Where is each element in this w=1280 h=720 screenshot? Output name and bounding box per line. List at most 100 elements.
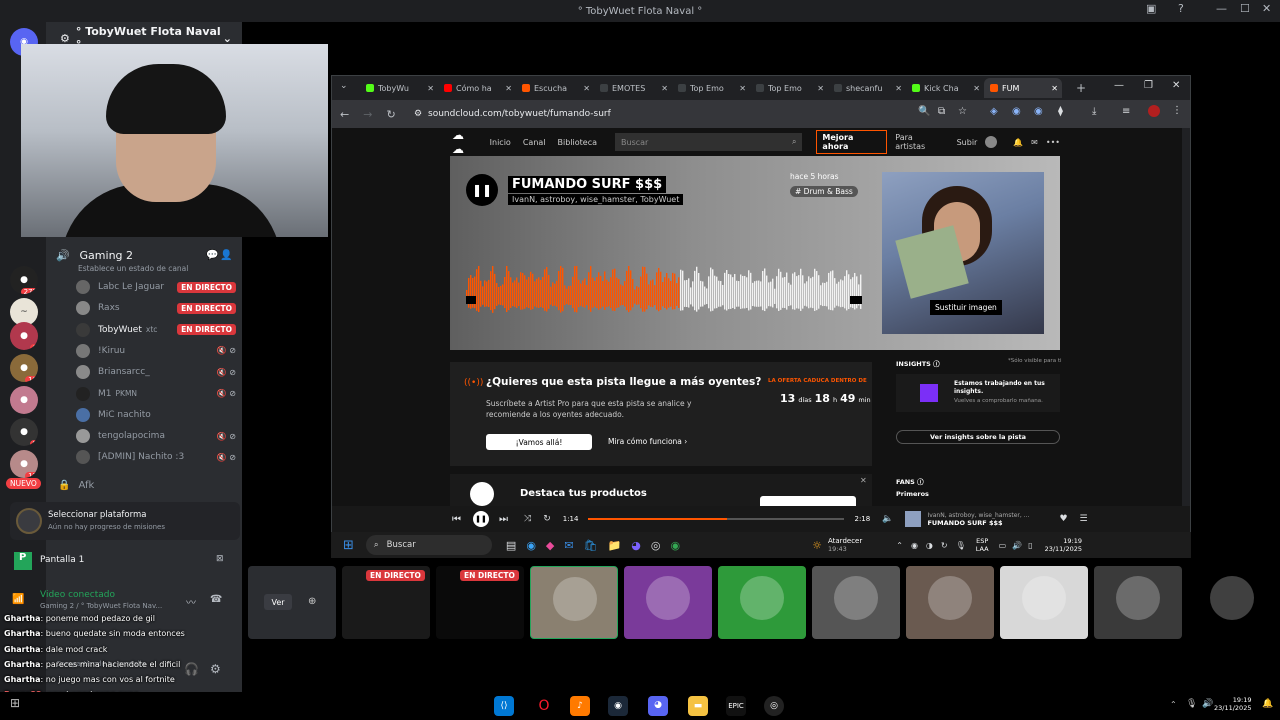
fans-tab-first[interactable]: Primeros bbox=[896, 490, 929, 498]
nav-artists[interactable]: Para artistas bbox=[895, 133, 944, 151]
outer-clock[interactable]: 19:19 23/11/2025 bbox=[1214, 696, 1251, 712]
close-browser-button[interactable]: ✕ bbox=[1172, 80, 1180, 91]
zoom-icon[interactable]: 🔍 bbox=[918, 106, 930, 117]
products-button[interactable] bbox=[760, 496, 856, 506]
nav-home[interactable]: Inicio bbox=[490, 138, 511, 147]
opera-icon[interactable]: O bbox=[534, 696, 554, 716]
network-icon[interactable]: ▭ bbox=[999, 541, 1007, 550]
voice-member[interactable]: Raxs EN DIRECTO bbox=[76, 299, 236, 317]
user-avatar[interactable] bbox=[985, 136, 998, 148]
messages-icon[interactable]: ✉ bbox=[1031, 138, 1038, 147]
browser-tab[interactable]: EMOTES ✕ bbox=[594, 78, 672, 98]
chat-icon[interactable]: 💬 bbox=[206, 250, 218, 261]
help-icon[interactable]: ? bbox=[1178, 2, 1184, 15]
reload-icon[interactable]: ↻ bbox=[386, 108, 395, 121]
profile-avatar[interactable] bbox=[1148, 105, 1160, 117]
new-tab-icon[interactable]: + bbox=[1076, 81, 1086, 95]
vscode-icon[interactable]: ⟨⟩ bbox=[494, 696, 514, 716]
tab-close-icon[interactable]: ✕ bbox=[817, 84, 824, 93]
tab-close-icon[interactable]: ✕ bbox=[973, 84, 980, 93]
tab-close-icon[interactable]: ✕ bbox=[583, 84, 590, 93]
mail-icon[interactable]: ✉ bbox=[564, 539, 573, 552]
folder-icon[interactable]: ▬ bbox=[688, 696, 708, 716]
browser-tab[interactable]: Kick Cha ✕ bbox=[906, 78, 984, 98]
extensions-puzzle-icon[interactable]: ⧫ bbox=[1058, 106, 1063, 117]
chrome-icon[interactable]: ◉ bbox=[671, 539, 681, 552]
shuffle-icon[interactable]: ⤨ bbox=[524, 514, 531, 524]
minimize-button[interactable]: — bbox=[1114, 80, 1124, 91]
tab-close-icon[interactable]: ✕ bbox=[895, 84, 902, 93]
afk-channel[interactable]: 🔒 Afk bbox=[58, 480, 238, 491]
voice-member[interactable]: Labc Le Jaguar EN DIRECTO bbox=[76, 278, 236, 296]
tab-close-icon[interactable]: ✕ bbox=[661, 84, 668, 93]
url-input[interactable]: ⚙ soundcloud.com/tobywuet/fumando-surf bbox=[410, 104, 910, 124]
stop-sharing-icon[interactable]: ⊠ bbox=[216, 554, 224, 564]
disconnect-icon[interactable]: ☎ bbox=[210, 594, 222, 605]
participant-tile[interactable]: EN DIRECTO bbox=[342, 566, 430, 639]
windows-start-icon[interactable]: ⊞ bbox=[343, 538, 354, 553]
nav-upload[interactable]: Subir bbox=[957, 138, 978, 147]
forward-icon[interactable]: → bbox=[363, 108, 372, 121]
volume-icon[interactable]: 🔊 bbox=[1012, 541, 1022, 550]
browser-tab[interactable]: Top Emo ✕ bbox=[750, 78, 828, 98]
task-view-icon[interactable]: ▤ bbox=[506, 539, 516, 552]
pause-button[interactable]: ❚❚ bbox=[466, 174, 498, 206]
player-pause-button[interactable]: ❚❚ bbox=[473, 511, 489, 527]
edge-icon[interactable]: ◉ bbox=[526, 539, 536, 552]
participant-tile[interactable] bbox=[812, 566, 900, 639]
weather-widget[interactable]: Atardecer 19:43 bbox=[828, 537, 862, 553]
site-info-icon[interactable]: ⚙ bbox=[414, 109, 422, 119]
headphones-icon[interactable]: 🎧 bbox=[184, 662, 199, 676]
browser-tab[interactable]: TobyWu ✕ bbox=[360, 78, 438, 98]
close-icon[interactable]: ✕ bbox=[860, 476, 867, 485]
channel-status-placeholder[interactable]: Establece un estado de canal bbox=[78, 264, 188, 273]
voice-member[interactable]: M1 PKMN 🔇 ⊘ bbox=[76, 385, 236, 403]
lets-go-button[interactable]: ¡Vamos allá! bbox=[486, 434, 592, 450]
browser-tab[interactable]: FUM ✕ bbox=[984, 78, 1062, 98]
screen-share-row[interactable]: P Pantalla 1 ⊠ bbox=[10, 550, 240, 574]
maximize-button[interactable]: ☐ bbox=[1240, 2, 1250, 15]
minimize-button[interactable]: — bbox=[1216, 2, 1227, 15]
track-artists[interactable]: IvanN, astroboy, wise_hamster, TobyWuet bbox=[508, 194, 684, 205]
notifications-icon[interactable]: 🔔 bbox=[1013, 138, 1023, 147]
settings-icon[interactable]: ⚙ bbox=[210, 662, 221, 676]
tab-close-icon[interactable]: ✕ bbox=[1051, 84, 1058, 93]
voice-member[interactable]: MiC nachito bbox=[76, 406, 236, 424]
restore-button[interactable]: ❐ bbox=[1144, 80, 1153, 91]
folder-icon[interactable]: 📁 bbox=[608, 539, 622, 552]
player-track-info[interactable]: IvanN, astroboy, wise_hamster, ... FUMAN… bbox=[927, 512, 1029, 527]
tray-overflow-icon[interactable]: ⌃ bbox=[1170, 700, 1177, 709]
server-icon[interactable]: ● 13 bbox=[10, 450, 38, 478]
view-insights-button[interactable]: Ver insights sobre la pista bbox=[896, 430, 1060, 444]
like-icon[interactable]: ♥ bbox=[1059, 514, 1067, 524]
replace-image-button[interactable]: Sustituir imagen bbox=[930, 300, 1002, 315]
epic-games-icon[interactable]: EPIC bbox=[726, 696, 746, 716]
voice-member[interactable]: [ADMIN] Nachito :3 🔇 ⊘ bbox=[76, 448, 236, 466]
tray-icon[interactable]: ◑ bbox=[926, 541, 933, 550]
language-indicator[interactable]: ESP LAA bbox=[976, 537, 989, 553]
extension-icon[interactable]: ◉ bbox=[1034, 106, 1043, 117]
notification-bell-icon[interactable]: 🔔 bbox=[1262, 699, 1273, 709]
copilot-icon[interactable]: ◆ bbox=[546, 539, 554, 552]
store-icon[interactable]: 🛍 bbox=[584, 539, 598, 552]
server-icon[interactable]: ● 277 bbox=[10, 266, 38, 294]
participant-tile[interactable] bbox=[1000, 566, 1088, 639]
participant-tile[interactable] bbox=[1094, 566, 1182, 639]
windows-search-input[interactable]: ⌕ Buscar bbox=[365, 535, 492, 555]
back-icon[interactable]: ← bbox=[340, 108, 349, 121]
tab-close-icon[interactable]: ✕ bbox=[739, 84, 746, 93]
platform-selector[interactable]: Seleccionar plataforma Aún no hay progre… bbox=[10, 502, 240, 540]
server-icon[interactable]: ● 10 bbox=[10, 354, 38, 382]
microphone-icon[interactable]: 🎙 bbox=[1186, 699, 1197, 709]
nav-library[interactable]: Biblioteca bbox=[558, 138, 598, 147]
extension-icon[interactable]: ◈ bbox=[990, 106, 998, 117]
browser-tab[interactable]: Cómo ha ✕ bbox=[438, 78, 516, 98]
queue-icon[interactable]: ☰ bbox=[1080, 514, 1088, 524]
stream-preview-tile[interactable]: Ver ⊕ bbox=[248, 566, 336, 639]
obs-icon[interactable]: ◎ bbox=[764, 696, 784, 716]
soundcloud-search-input[interactable]: Buscar ⌕ bbox=[615, 133, 803, 151]
noise-suppression-icon[interactable]: 〰 bbox=[186, 594, 196, 609]
participant-tile[interactable] bbox=[530, 566, 618, 639]
close-button[interactable]: ✕ bbox=[1262, 2, 1271, 15]
view-stream-button[interactable]: Ver bbox=[264, 594, 292, 610]
